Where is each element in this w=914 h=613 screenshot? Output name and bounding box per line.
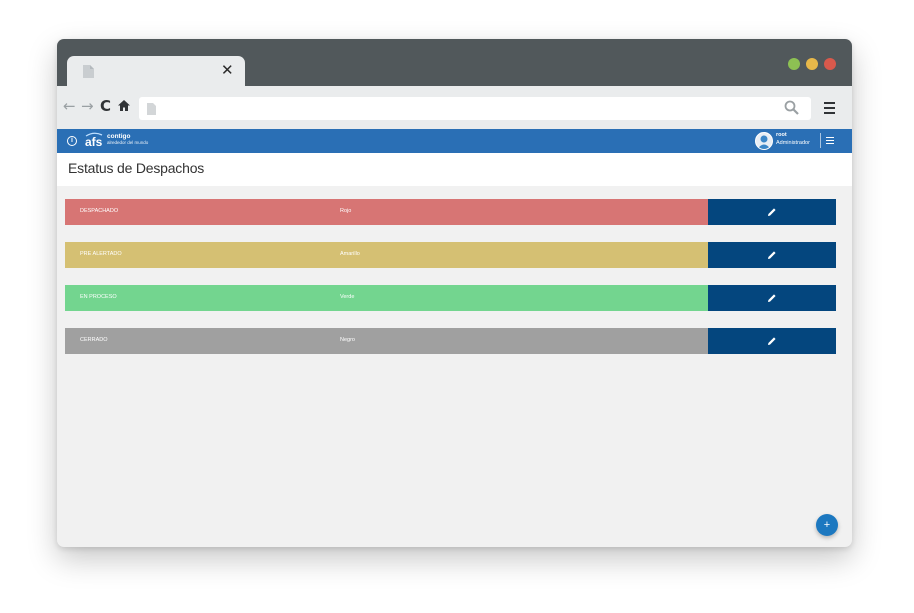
status-color-label: Negro	[340, 337, 355, 343]
add-status-button[interactable]: +	[816, 514, 838, 536]
browser-titlebar: ✕	[57, 39, 852, 86]
pencil-icon	[768, 251, 776, 259]
status-name: PRE ALERTADO	[80, 251, 122, 257]
home-icon[interactable]	[118, 96, 130, 116]
status-color-bar: CERRADO Negro	[65, 328, 708, 354]
status-row[interactable]: DESPACHADO Rojo	[65, 199, 836, 225]
pencil-icon	[768, 337, 776, 345]
pencil-icon	[768, 208, 776, 216]
status-row[interactable]: PRE ALERTADO Amarillo	[65, 242, 836, 268]
search-icon[interactable]	[784, 100, 799, 120]
status-name: EN PROCESO	[80, 294, 117, 300]
svg-text:afs: afs	[85, 135, 103, 149]
browser-window: ✕ ← → C i afs contigo alrededor del mund…	[57, 39, 852, 547]
status-color-label: Amarillo	[340, 251, 360, 257]
user-info[interactable]: root Administrador	[776, 132, 810, 147]
status-name: DESPACHADO	[80, 208, 119, 214]
page-icon	[147, 102, 156, 120]
back-arrow-icon[interactable]: ←	[63, 96, 76, 116]
header-divider	[820, 133, 821, 148]
status-color-bar: DESPACHADO Rojo	[65, 199, 708, 225]
reload-icon[interactable]: C	[100, 96, 111, 116]
logo-subtitle: alrededor del mundo	[107, 140, 149, 145]
page-title: Estatus de Despachos	[68, 160, 205, 176]
status-row[interactable]: EN PROCESO Verde	[65, 285, 836, 311]
browser-menu-icon[interactable]	[824, 102, 835, 117]
app-header: i afs contigo alrededor del mundo root A…	[57, 129, 852, 153]
status-row[interactable]: CERRADO Negro	[65, 328, 836, 354]
address-bar[interactable]	[139, 97, 811, 120]
document-icon	[83, 65, 94, 83]
user-role: Administrador	[776, 140, 810, 146]
status-color-label: Rojo	[340, 208, 352, 214]
status-color-label: Verde	[340, 294, 355, 300]
pencil-icon	[768, 294, 776, 302]
status-color-bar: PRE ALERTADO Amarillo	[65, 242, 708, 268]
close-window-button[interactable]	[824, 58, 836, 70]
close-tab-icon[interactable]: ✕	[221, 61, 234, 79]
company-logo: afs	[85, 132, 103, 149]
status-name: CERRADO	[80, 337, 108, 343]
edit-status-button[interactable]	[708, 242, 836, 268]
minimize-window-button[interactable]	[806, 58, 818, 70]
logo-title: contigo	[107, 133, 131, 140]
info-icon[interactable]: i	[67, 136, 77, 146]
edit-status-button[interactable]	[708, 328, 836, 354]
status-color-bar: EN PROCESO Verde	[65, 285, 708, 311]
browser-tab[interactable]: ✕	[67, 56, 245, 86]
edit-status-button[interactable]	[708, 285, 836, 311]
user-name: root	[776, 132, 787, 138]
browser-toolbar: ← → C	[57, 86, 852, 129]
maximize-window-button[interactable]	[788, 58, 800, 70]
user-avatar[interactable]	[755, 132, 773, 150]
edit-status-button[interactable]	[708, 199, 836, 225]
hamburger-menu-icon[interactable]	[826, 137, 834, 146]
logo-text: contigo alrededor del mundo	[107, 133, 148, 146]
page-header: Estatus de Despachos	[57, 153, 852, 186]
forward-arrow-icon[interactable]: →	[81, 96, 94, 116]
